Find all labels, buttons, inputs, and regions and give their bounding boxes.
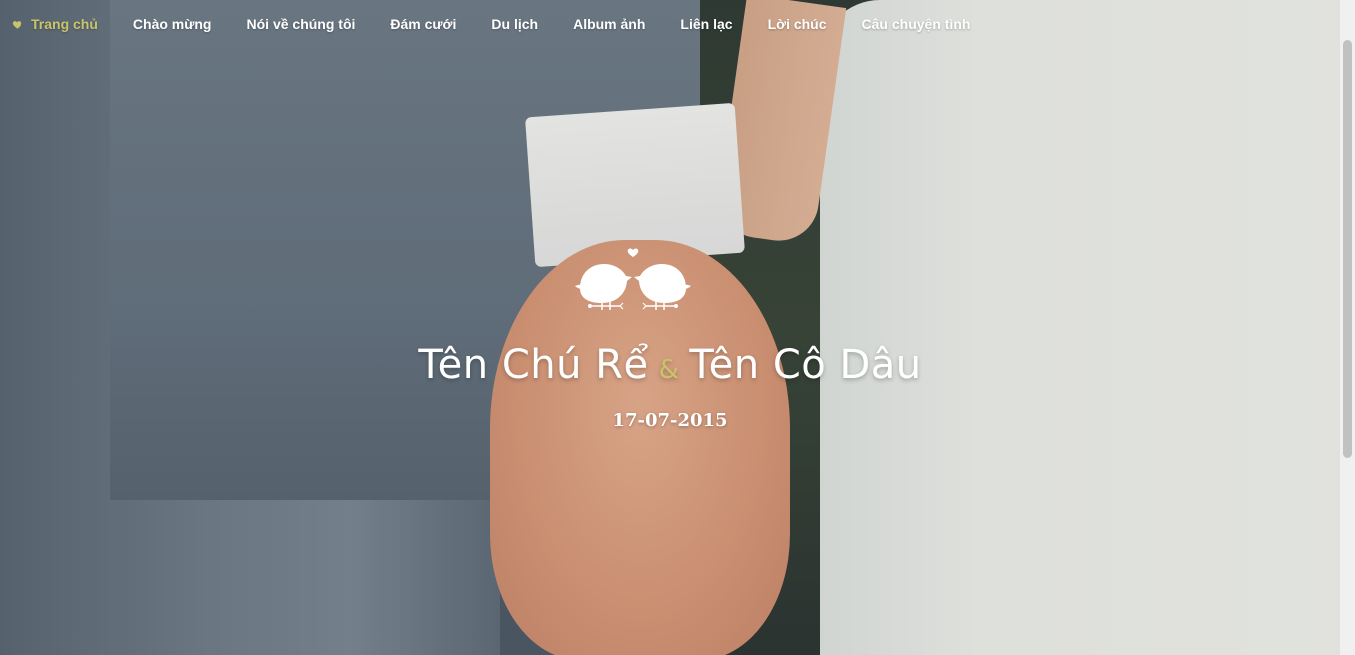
nav-label: Liên lạc xyxy=(680,16,733,32)
hero-overlay xyxy=(0,0,1355,655)
nav-item-loi-chuc[interactable]: Lời chúc xyxy=(768,16,827,32)
nav-label: Du lịch xyxy=(491,16,539,32)
nav-item-du-lich[interactable]: Du lịch xyxy=(491,16,538,32)
scrollbar-thumb[interactable] xyxy=(1343,40,1352,458)
nav-label: Chào mừng xyxy=(132,16,212,32)
nav-label: Câu chuyện tình xyxy=(861,16,971,32)
ampersand-separator: & xyxy=(658,355,680,385)
nav-item-lien-lac[interactable]: Liên lạc xyxy=(680,16,732,32)
wedding-page: Trang chủ Chào mừng Nói về chúng tôi Đám… xyxy=(0,0,1355,655)
nav-label: Đám cưới xyxy=(390,16,457,32)
wedding-date: 17-07-2015 xyxy=(612,410,728,431)
nav-label: Lời chúc xyxy=(767,16,827,32)
main-nav: Trang chủ Chào mừng Nói về chúng tôi Đám… xyxy=(0,0,1340,48)
nav-item-dam-cuoi[interactable]: Đám cưới xyxy=(390,16,456,32)
nav-item-noi-ve-chung-toi[interactable]: Nói về chúng tôi xyxy=(247,16,356,32)
groom-name: Tên Chú Rể xyxy=(418,342,649,388)
vertical-scrollbar[interactable] xyxy=(1340,0,1355,655)
nav-label: Trang chủ xyxy=(31,16,98,32)
nav-label: Nói về chúng tôi xyxy=(246,16,356,32)
kissing-birds-icon xyxy=(575,248,691,310)
bride-name: Tên Cô Dâu xyxy=(689,342,922,388)
heart-icon xyxy=(12,20,22,29)
nav-item-chao-mung[interactable]: Chào mừng xyxy=(133,16,212,32)
nav-label: Album ảnh xyxy=(573,16,646,32)
couple-names: Tên Chú Rể & Tên Cô Dâu xyxy=(0,342,1340,388)
hero-background xyxy=(0,0,1355,655)
nav-item-trang-chu[interactable]: Trang chủ xyxy=(12,16,98,32)
nav-item-album-anh[interactable]: Album ảnh xyxy=(573,16,645,32)
nav-item-cau-chuyen-tinh[interactable]: Câu chuyện tình xyxy=(862,16,971,32)
